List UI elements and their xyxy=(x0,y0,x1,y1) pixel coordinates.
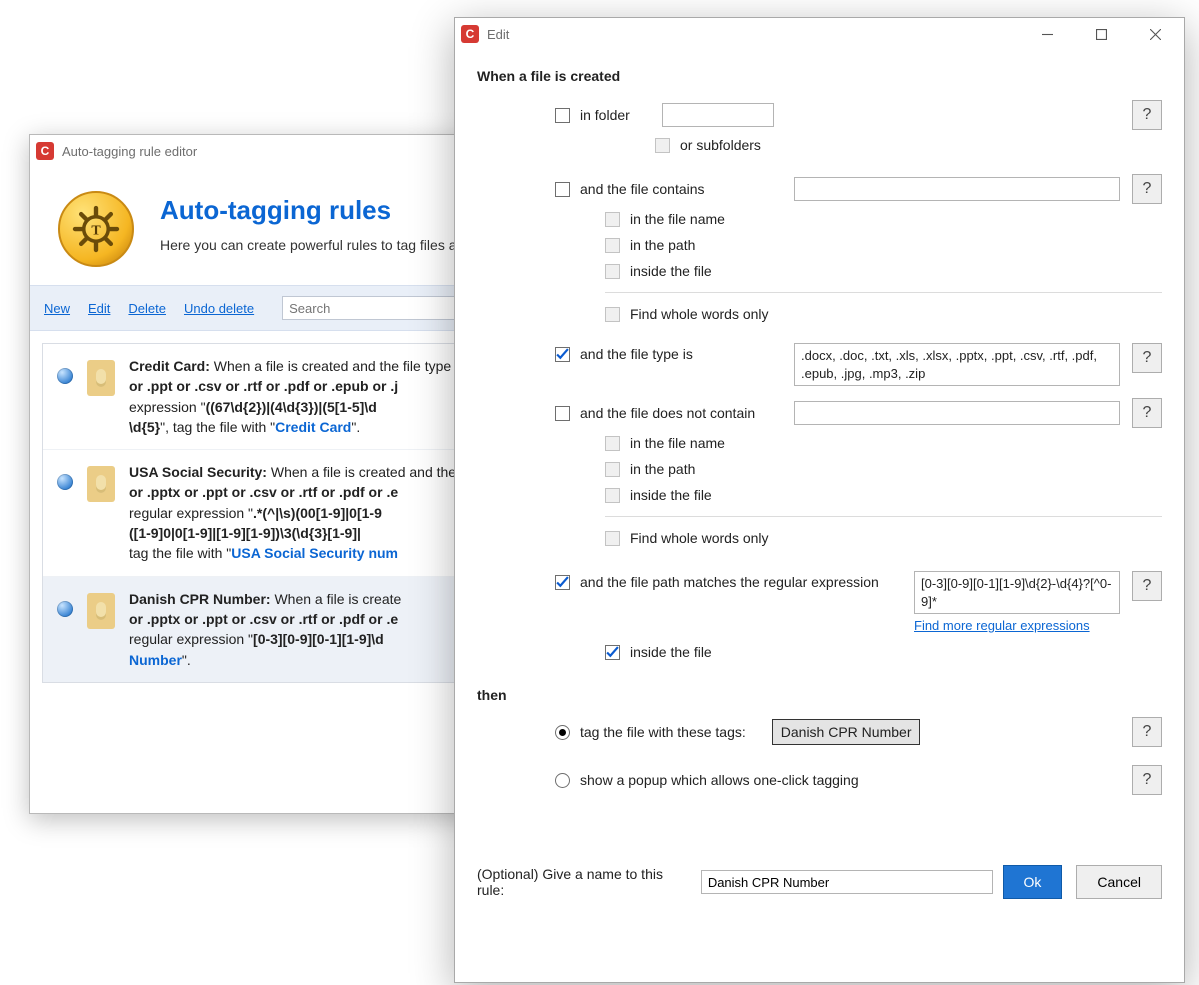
nc-in-path-checkbox[interactable] xyxy=(605,462,620,477)
in-path-label: in the path xyxy=(630,237,695,253)
file-contains-label: and the file contains xyxy=(580,181,705,197)
zip-icon xyxy=(87,593,115,629)
help-button[interactable]: ? xyxy=(1132,398,1162,428)
window-title: Auto-tagging rule editor xyxy=(62,144,197,159)
nc-whole-words-checkbox[interactable] xyxy=(605,531,620,546)
help-button[interactable]: ? xyxy=(1132,571,1162,601)
nc-inside-file-checkbox[interactable] xyxy=(605,488,620,503)
popup-radio-label: show a popup which allows one-click tagg… xyxy=(580,772,859,788)
edit-rule-dialog: C Edit When a file is created in folder … xyxy=(454,17,1185,983)
rule-name-label: (Optional) Give a name to this rule: xyxy=(477,866,691,898)
then-heading: then xyxy=(477,687,1162,703)
status-dot-icon xyxy=(57,368,73,384)
edit-link[interactable]: Edit xyxy=(88,301,110,316)
titlebar[interactable]: C Edit xyxy=(455,18,1184,50)
tag-radio[interactable] xyxy=(555,725,570,740)
inside-file-label: inside the file xyxy=(630,263,712,279)
find-more-regex-link[interactable]: Find more regular expressions xyxy=(914,618,1090,633)
file-contains-input[interactable] xyxy=(794,177,1120,201)
app-icon: C xyxy=(461,25,479,43)
cancel-button[interactable]: Cancel xyxy=(1076,865,1162,899)
nc-in-file-name-label: in the file name xyxy=(630,435,725,451)
file-type-input[interactable]: .docx, .doc, .txt, .xls, .xlsx, .pptx, .… xyxy=(794,343,1120,386)
file-contains-checkbox[interactable] xyxy=(555,182,570,197)
folder-path-input[interactable] xyxy=(662,103,774,127)
in-folder-checkbox[interactable] xyxy=(555,108,570,123)
delete-link[interactable]: Delete xyxy=(128,301,166,316)
ok-button[interactable]: Ok xyxy=(1003,865,1063,899)
file-type-label: and the file type is xyxy=(580,346,693,362)
nc-in-file-name-checkbox[interactable] xyxy=(605,436,620,451)
section-heading: When a file is created xyxy=(477,68,1162,84)
status-dot-icon xyxy=(57,601,73,617)
help-button[interactable]: ? xyxy=(1132,717,1162,747)
regex-label: and the file path matches the regular ex… xyxy=(580,574,879,590)
window-title: Edit xyxy=(487,27,509,42)
undo-delete-link[interactable]: Undo delete xyxy=(184,301,254,316)
regex-inside-file-label: inside the file xyxy=(630,644,712,660)
not-contain-input[interactable] xyxy=(794,401,1120,425)
svg-text:T: T xyxy=(91,223,101,238)
close-button[interactable] xyxy=(1132,18,1178,50)
divider xyxy=(605,516,1162,517)
help-button[interactable]: ? xyxy=(1132,343,1162,373)
regex-checkbox[interactable] xyxy=(555,575,570,590)
status-dot-icon xyxy=(57,474,73,490)
popup-radio[interactable] xyxy=(555,773,570,788)
regex-inside-file-checkbox[interactable] xyxy=(605,645,620,660)
nc-inside-file-label: inside the file xyxy=(630,487,712,503)
subfolders-checkbox[interactable] xyxy=(655,138,670,153)
rule-name-input[interactable] xyxy=(701,870,993,894)
help-button[interactable]: ? xyxy=(1132,100,1162,130)
in-file-name-checkbox[interactable] xyxy=(605,212,620,227)
subfolders-label: or subfolders xyxy=(680,137,761,153)
gear-icon: T xyxy=(58,191,134,267)
whole-words-checkbox[interactable] xyxy=(605,307,620,322)
maximize-button[interactable] xyxy=(1078,18,1124,50)
in-folder-label: in folder xyxy=(580,107,630,123)
zip-icon xyxy=(87,360,115,396)
help-button[interactable]: ? xyxy=(1132,765,1162,795)
app-icon: C xyxy=(36,142,54,160)
whole-words-label: Find whole words only xyxy=(630,306,769,322)
zip-icon xyxy=(87,466,115,502)
file-type-checkbox[interactable] xyxy=(555,347,570,362)
tag-value[interactable]: Danish CPR Number xyxy=(772,719,921,745)
nc-whole-words-label: Find whole words only xyxy=(630,530,769,546)
nc-in-path-label: in the path xyxy=(630,461,695,477)
not-contain-label: and the file does not contain xyxy=(580,405,755,421)
inside-file-checkbox[interactable] xyxy=(605,264,620,279)
help-button[interactable]: ? xyxy=(1132,174,1162,204)
not-contain-checkbox[interactable] xyxy=(555,406,570,421)
divider xyxy=(605,292,1162,293)
regex-input[interactable]: [0-3][0-9][0-1][1-9]\d{2}-\d{4}?[^0-9]* xyxy=(914,571,1120,614)
tag-radio-label: tag the file with these tags: xyxy=(580,724,746,740)
in-path-checkbox[interactable] xyxy=(605,238,620,253)
minimize-button[interactable] xyxy=(1024,18,1070,50)
in-file-name-label: in the file name xyxy=(630,211,725,227)
new-link[interactable]: New xyxy=(44,301,70,316)
